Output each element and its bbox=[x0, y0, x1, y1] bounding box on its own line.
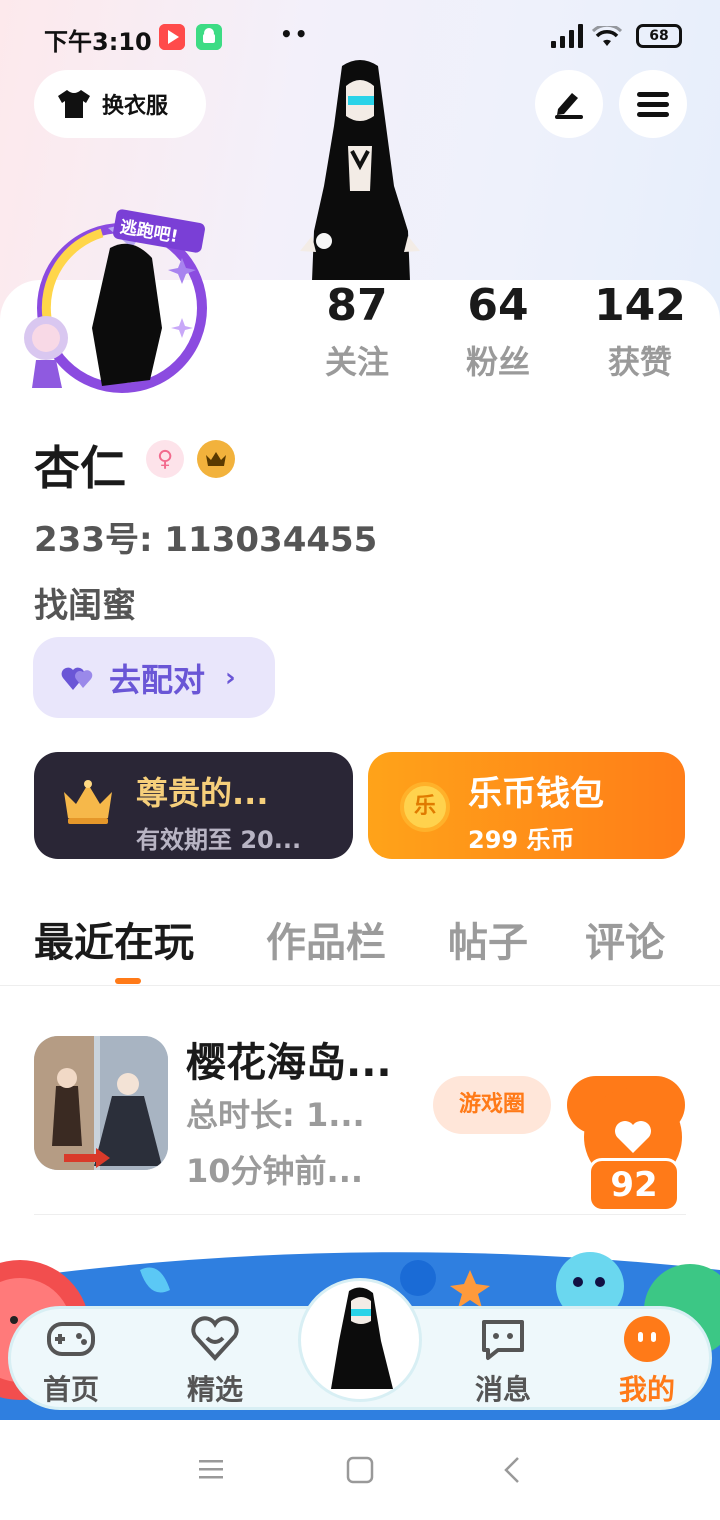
game-total-duration: 总时长: 1... bbox=[186, 1096, 365, 1134]
system-nav-bar bbox=[0, 1420, 720, 1520]
nav-messages-label: 消息 bbox=[474, 1373, 531, 1406]
recent-apps-icon[interactable] bbox=[198, 1456, 224, 1482]
stat-following-label: 关注 bbox=[324, 343, 389, 381]
stat-fans-value: 64 bbox=[467, 280, 529, 331]
wallet-card[interactable]: 乐 乐币钱包 299 乐币 bbox=[368, 752, 685, 859]
change-outfit-button[interactable]: 换衣服 bbox=[34, 70, 206, 138]
character-avatar-figure[interactable] bbox=[290, 56, 430, 281]
center-avatar-figure bbox=[331, 1287, 393, 1389]
wallet-title: 乐币钱包 bbox=[468, 774, 604, 814]
nav-mine[interactable]: 我的 bbox=[592, 1310, 702, 1406]
wifi-icon bbox=[592, 26, 622, 46]
nav-featured-label: 精选 bbox=[186, 1373, 243, 1406]
signal-icon bbox=[551, 24, 583, 48]
crown-badge-icon[interactable] bbox=[197, 440, 235, 478]
nav-avatar-center[interactable] bbox=[298, 1278, 422, 1402]
tab-posts[interactable]: 帖子 bbox=[448, 910, 528, 968]
hamburger-menu-icon bbox=[637, 92, 669, 117]
status-time: 下午3:10 bbox=[44, 28, 152, 56]
edit-profile-button[interactable] bbox=[535, 70, 603, 138]
game-last-played: 10分钟前... bbox=[186, 1152, 364, 1190]
chevron-right-icon: › bbox=[225, 662, 236, 693]
active-tab-indicator bbox=[115, 978, 141, 984]
stat-likes-label: 获赞 bbox=[607, 343, 672, 381]
tab-comments[interactable]: 评论 bbox=[585, 910, 665, 968]
stat-likes-value: 142 bbox=[594, 280, 686, 331]
battery-indicator: 68 bbox=[636, 24, 682, 48]
wallet-balance: 299 乐币 bbox=[468, 826, 575, 854]
user-id[interactable]: 233号: 113034455 bbox=[34, 512, 377, 561]
menu-button[interactable] bbox=[619, 70, 687, 138]
change-outfit-label: 换衣服 bbox=[102, 94, 169, 119]
nav-messages[interactable]: 消息 bbox=[448, 1310, 558, 1406]
message-icon bbox=[482, 1320, 524, 1360]
like-float-button[interactable]: 92 bbox=[582, 1088, 684, 1214]
vip-title: 尊贵的... bbox=[136, 774, 269, 812]
gender-symbol: ♀ bbox=[156, 446, 174, 472]
stat-following[interactable]: 87 关注 bbox=[297, 280, 417, 390]
tab-recently-played[interactable]: 最近在玩 bbox=[34, 910, 194, 968]
nav-home[interactable]: 首页 bbox=[16, 1310, 126, 1406]
stat-following-value: 87 bbox=[326, 280, 388, 331]
face-icon bbox=[624, 1316, 670, 1362]
game-circle-button[interactable]: 游戏圈 bbox=[433, 1076, 551, 1134]
double-heart-icon bbox=[61, 667, 93, 690]
coin-icon: 乐 bbox=[400, 782, 450, 832]
heart-icon bbox=[615, 1121, 651, 1153]
profile-bio: 找闺蜜 bbox=[34, 586, 136, 626]
female-gender-icon: ♀ bbox=[146, 440, 184, 478]
nav-featured[interactable]: 精选 bbox=[160, 1310, 270, 1406]
like-count: 92 bbox=[588, 1158, 680, 1212]
tshirt-icon bbox=[58, 90, 90, 118]
pencil-icon bbox=[555, 93, 583, 119]
android-app-icon bbox=[196, 24, 222, 50]
list-divider bbox=[34, 1214, 686, 1215]
go-match-label: 去配对 bbox=[109, 660, 206, 699]
status-dots: •• bbox=[280, 22, 310, 46]
tab-works[interactable]: 作品栏 bbox=[266, 910, 386, 968]
go-match-button[interactable]: 去配对 › bbox=[33, 637, 275, 718]
gamepad-icon bbox=[47, 1322, 95, 1356]
heart-chat-icon bbox=[191, 1316, 239, 1361]
nav-home-label: 首页 bbox=[42, 1373, 99, 1406]
game-thumbnail[interactable] bbox=[34, 1036, 168, 1170]
home-icon[interactable] bbox=[346, 1456, 374, 1484]
vip-membership-card[interactable]: 尊贵的... 有效期至 20... bbox=[34, 752, 353, 859]
stat-fans[interactable]: 64 粉丝 bbox=[438, 280, 558, 390]
vip-expiry: 有效期至 20... bbox=[136, 826, 302, 854]
video-app-icon bbox=[159, 24, 185, 50]
stat-likes[interactable]: 142 获赞 bbox=[580, 280, 700, 390]
nav-mine-label: 我的 bbox=[618, 1373, 675, 1406]
game-title: 樱花海岛... bbox=[186, 1040, 392, 1086]
gold-crown-icon bbox=[64, 780, 112, 824]
profile-name: 杏仁 bbox=[34, 441, 126, 495]
profile-avatar[interactable]: 逃跑吧! bbox=[22, 208, 212, 408]
stat-fans-label: 粉丝 bbox=[465, 343, 530, 381]
profile-tabs: 最近在玩 作品栏 帖子 评论 bbox=[0, 910, 720, 986]
back-icon[interactable] bbox=[502, 1456, 522, 1484]
